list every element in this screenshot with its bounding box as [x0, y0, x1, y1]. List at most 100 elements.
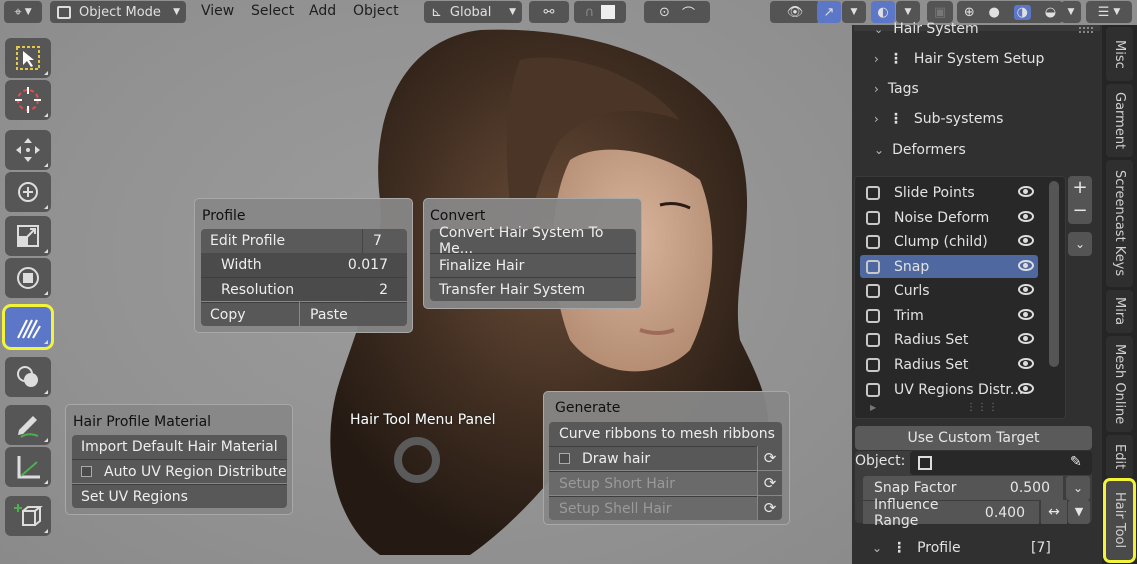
object-picker-field[interactable]: ✎: [910, 451, 1092, 475]
menu-select[interactable]: Select: [251, 3, 294, 19]
annotate-tool[interactable]: [5, 405, 51, 445]
list-item[interactable]: Radius Set: [860, 353, 1038, 376]
list-item[interactable]: Noise Deform: [860, 206, 1038, 229]
hair-draw-tool[interactable]: [5, 307, 51, 347]
list-item[interactable]: Radius Set: [860, 328, 1038, 351]
overlays-dropdown[interactable]: ▼: [896, 1, 920, 23]
shading-modes[interactable]: ⊕ ● ◑ ◒: [957, 1, 1063, 23]
tags-row[interactable]: › Tags: [874, 81, 919, 97]
snap-factor-dropdown[interactable]: ⌄: [1066, 476, 1090, 500]
setup-shell-hair-button[interactable]: Setup Shell Hair: [549, 496, 757, 520]
proportional-edit-toggle[interactable]: ⊙ ⌒: [644, 1, 710, 23]
eye-icon[interactable]: [1018, 211, 1034, 222]
tab-mesh-online[interactable]: Mesh Online: [1106, 336, 1133, 432]
list-item[interactable]: Curls: [860, 279, 1038, 302]
set-uv-regions-button[interactable]: Set UV Regions: [72, 484, 287, 508]
add-deformer-button[interactable]: +: [1068, 176, 1092, 200]
range-toggle[interactable]: ↔: [1041, 500, 1067, 524]
move-tool[interactable]: [5, 130, 51, 170]
eye-icon[interactable]: [1018, 284, 1034, 295]
overlays-toggle[interactable]: ◐: [871, 1, 895, 23]
auto-uv-checkbox[interactable]: [81, 466, 92, 477]
draw-hair-checkbox[interactable]: [559, 453, 570, 464]
use-custom-target-toggle[interactable]: Use Custom Target: [855, 426, 1092, 450]
filter-toggle-icon[interactable]: ▶: [870, 403, 876, 412]
menu-object[interactable]: Object: [353, 3, 399, 19]
wireframe-shading-icon[interactable]: ⊕: [964, 5, 975, 20]
add-cube-tool[interactable]: [5, 496, 51, 536]
scale-tool[interactable]: [5, 216, 51, 256]
finalize-hair-button[interactable]: Finalize Hair: [430, 253, 636, 277]
drag-handle-icon[interactable]: [1079, 27, 1093, 33]
menu-view[interactable]: View: [201, 3, 234, 19]
gizmo-dropdown[interactable]: ▼: [842, 1, 866, 23]
eye-icon[interactable]: [1018, 333, 1034, 344]
copy-button[interactable]: Copy: [201, 302, 299, 326]
refresh-icon[interactable]: ⟳: [758, 446, 782, 470]
setup-short-hair-button[interactable]: Setup Short Hair: [549, 471, 757, 495]
resolution-field[interactable]: Resolution 2: [201, 277, 407, 301]
paste-button[interactable]: Paste: [300, 302, 407, 326]
refresh-icon[interactable]: ⟳: [758, 496, 782, 520]
list-specials-button[interactable]: ⌄: [1068, 232, 1092, 256]
shading-dropdown[interactable]: ▼: [1061, 1, 1081, 23]
sub-systems-row[interactable]: › ⋮ Sub-systems: [874, 111, 1003, 127]
eye-icon[interactable]: [1018, 309, 1034, 320]
profile-subpanel-header[interactable]: ⌄ ⋮ Profile [7]: [872, 540, 1052, 556]
transfer-hair-system-button[interactable]: Transfer Hair System: [430, 277, 636, 301]
eye-icon[interactable]: [1018, 235, 1034, 246]
gizmo-toggle[interactable]: ↗: [817, 1, 841, 23]
eye-icon[interactable]: [1018, 358, 1034, 369]
editor-type-button[interactable]: ⌖ ▼: [4, 1, 42, 23]
tab-hair-tool[interactable]: Hair Tool: [1106, 481, 1133, 560]
eyedropper-icon[interactable]: ✎: [1070, 454, 1082, 470]
tab-misc[interactable]: Misc: [1106, 27, 1133, 81]
cursor-tool[interactable]: [5, 80, 51, 120]
rotate-tool[interactable]: [5, 172, 51, 212]
snap-toggle[interactable]: ∩: [574, 1, 626, 23]
hair-material-tool[interactable]: [5, 357, 51, 397]
eye-icon[interactable]: [1018, 186, 1034, 197]
material-shading-icon[interactable]: ◑: [1013, 4, 1031, 20]
remove-deformer-button[interactable]: −: [1068, 200, 1092, 224]
list-item[interactable]: Trim: [860, 304, 1038, 327]
solid-shading-icon[interactable]: ●: [989, 5, 1000, 20]
refresh-icon[interactable]: ⟳: [758, 471, 782, 495]
edit-profile-field[interactable]: Edit Profile 7: [201, 229, 407, 253]
tab-mira[interactable]: Mira: [1106, 290, 1133, 333]
tab-screencast-keys[interactable]: Screencast Keys: [1106, 160, 1133, 287]
import-default-hair-material-button[interactable]: Import Default Hair Material: [72, 435, 287, 459]
mode-selector[interactable]: Object Mode ▼: [50, 1, 186, 23]
curve-ribbons-button[interactable]: Curve ribbons to mesh ribbons: [549, 422, 782, 446]
eye-icon[interactable]: [1018, 260, 1034, 271]
convert-hair-system-button[interactable]: Convert Hair System To Me...: [430, 225, 636, 257]
editor-menu-button[interactable]: ☰ ▼: [1086, 1, 1132, 23]
list-scrollbar[interactable]: [1049, 181, 1059, 367]
3d-viewport[interactable]: Hair Tool Menu Panel Profile Edit Profil…: [0, 0, 852, 564]
draw-hair-row[interactable]: Draw hair: [549, 446, 757, 470]
list-item-selected[interactable]: Snap: [860, 255, 1038, 278]
transform-tool[interactable]: [5, 258, 51, 298]
tab-edit[interactable]: Edit: [1106, 435, 1133, 478]
auto-uv-region-checkbox-row[interactable]: Auto UV Region Distribute: [72, 459, 287, 483]
list-item[interactable]: Clump (child): [860, 230, 1038, 253]
tab-garment[interactable]: Garment: [1106, 84, 1133, 157]
xray-toggle[interactable]: ▣: [927, 1, 953, 23]
list-item[interactable]: UV Regions Distr...: [860, 378, 1038, 401]
visibility-selector[interactable]: 👁: [770, 1, 820, 23]
select-box-tool[interactable]: [5, 38, 51, 78]
hair-system-setup-row[interactable]: › ⋮ Hair System Setup: [874, 51, 1044, 67]
transform-orientation-selector[interactable]: ⊾ Global ▼: [424, 1, 522, 23]
list-item[interactable]: Slide Points: [860, 181, 1038, 204]
eye-icon[interactable]: [1018, 383, 1034, 394]
pivot-point-selector[interactable]: ⚯: [529, 1, 569, 23]
measure-tool[interactable]: [5, 447, 51, 487]
rendered-shading-icon[interactable]: ◒: [1045, 5, 1056, 20]
hair-system-header[interactable]: ⌄ Hair System: [874, 21, 979, 37]
list-resize-grip[interactable]: ⋮⋮⋮: [966, 402, 999, 413]
width-field[interactable]: Width 0.017: [201, 253, 407, 277]
menu-add[interactable]: Add: [309, 3, 336, 19]
influence-dropdown[interactable]: ▼: [1068, 500, 1090, 524]
deformers-row[interactable]: ⌄ Deformers: [874, 142, 966, 158]
influence-range-field[interactable]: Influence Range 0.400: [863, 497, 1039, 529]
